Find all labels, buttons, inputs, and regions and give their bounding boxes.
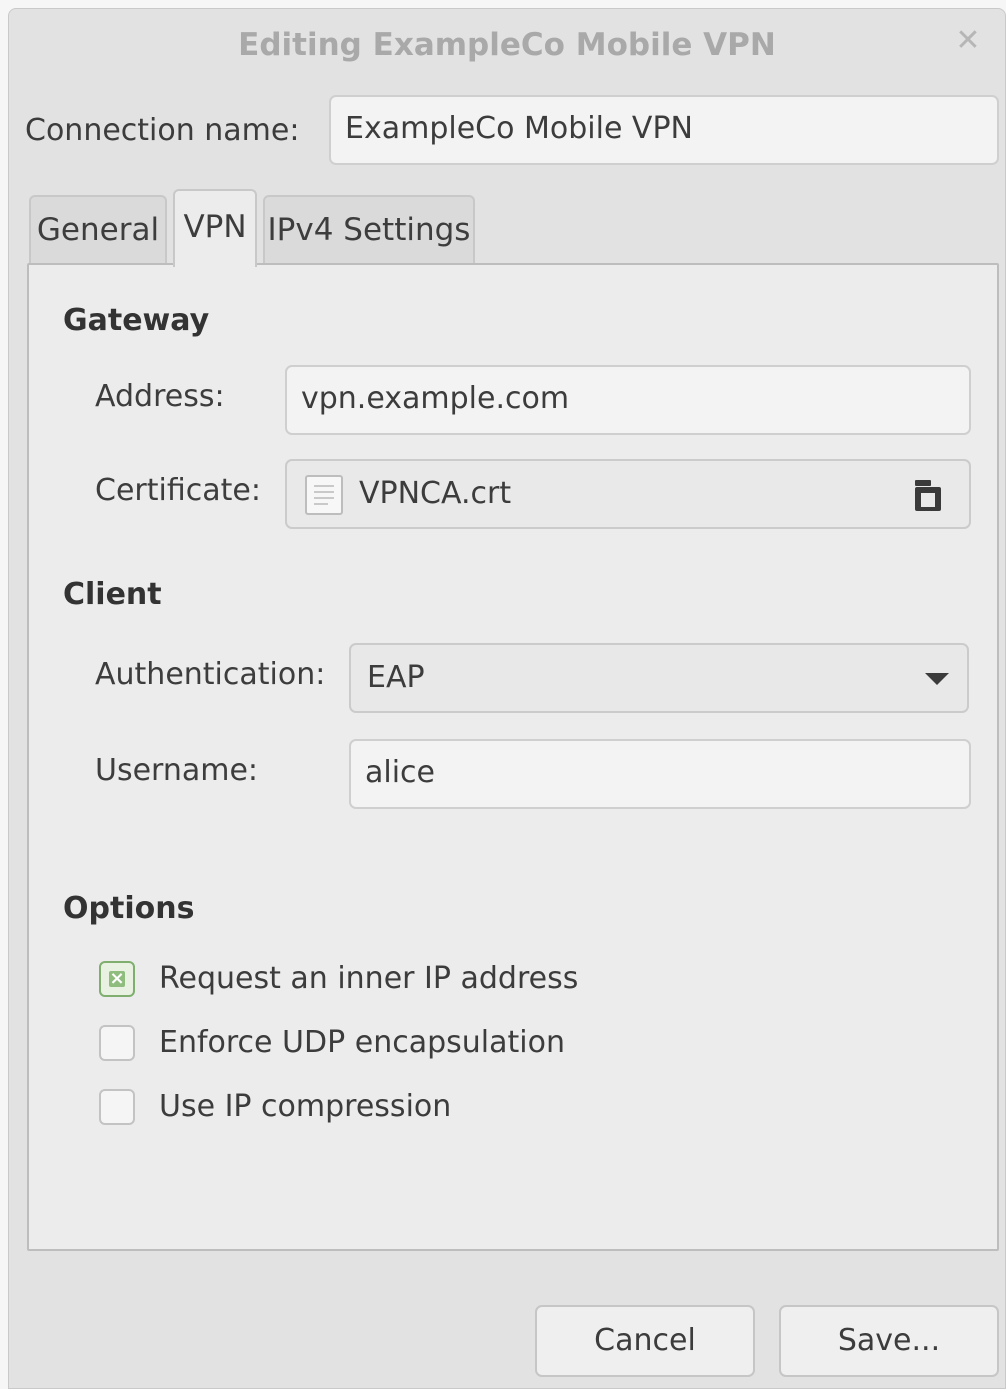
connection-name-label: Connection name:: [25, 113, 300, 148]
vpn-tab-panel: Gateway Address: vpn.example.com Certifi…: [27, 263, 999, 1251]
dropdown-arrow-icon: [925, 673, 949, 685]
folder-icon: [915, 480, 941, 511]
username-input[interactable]: alice: [349, 739, 971, 809]
options-heading: Options: [63, 891, 195, 926]
save-button[interactable]: Save...: [779, 1305, 999, 1377]
option-label: Enforce UDP encapsulation: [159, 1025, 565, 1060]
certificate-label: Certificate:: [95, 473, 261, 508]
authentication-value: EAP: [367, 660, 425, 695]
window-title: Editing ExampleCo Mobile VPN: [238, 27, 776, 63]
authentication-label: Authentication:: [95, 657, 326, 692]
option-label: Request an inner IP address: [159, 961, 579, 996]
username-label: Username:: [95, 753, 259, 788]
gateway-heading: Gateway: [63, 303, 210, 338]
certificate-file-name: VPNCA.crt: [359, 476, 512, 511]
checkbox-unchecked-icon[interactable]: [99, 1025, 135, 1061]
certificate-file-chooser[interactable]: VPNCA.crt: [285, 459, 971, 529]
dialog-window: Editing ExampleCo Mobile VPN ✕ Connectio…: [8, 8, 1006, 1389]
title-bar[interactable]: Editing ExampleCo Mobile VPN ✕: [9, 9, 1005, 89]
checkbox-checked-icon[interactable]: ×: [99, 961, 135, 997]
checkbox-unchecked-icon[interactable]: [99, 1089, 135, 1125]
close-icon[interactable]: ✕: [953, 23, 983, 59]
tab-vpn[interactable]: VPN: [173, 189, 257, 267]
connection-name-input[interactable]: ExampleCo Mobile VPN: [329, 95, 999, 165]
client-heading: Client: [63, 577, 162, 612]
address-label: Address:: [95, 379, 225, 414]
authentication-select[interactable]: EAP: [349, 643, 969, 713]
tab-ipv4-settings[interactable]: IPv4 Settings: [263, 195, 475, 265]
address-input[interactable]: vpn.example.com: [285, 365, 971, 435]
option-label: Use IP compression: [159, 1089, 452, 1124]
text-file-icon: [305, 475, 343, 515]
tab-general[interactable]: General: [29, 195, 167, 265]
cancel-button[interactable]: Cancel: [535, 1305, 755, 1377]
